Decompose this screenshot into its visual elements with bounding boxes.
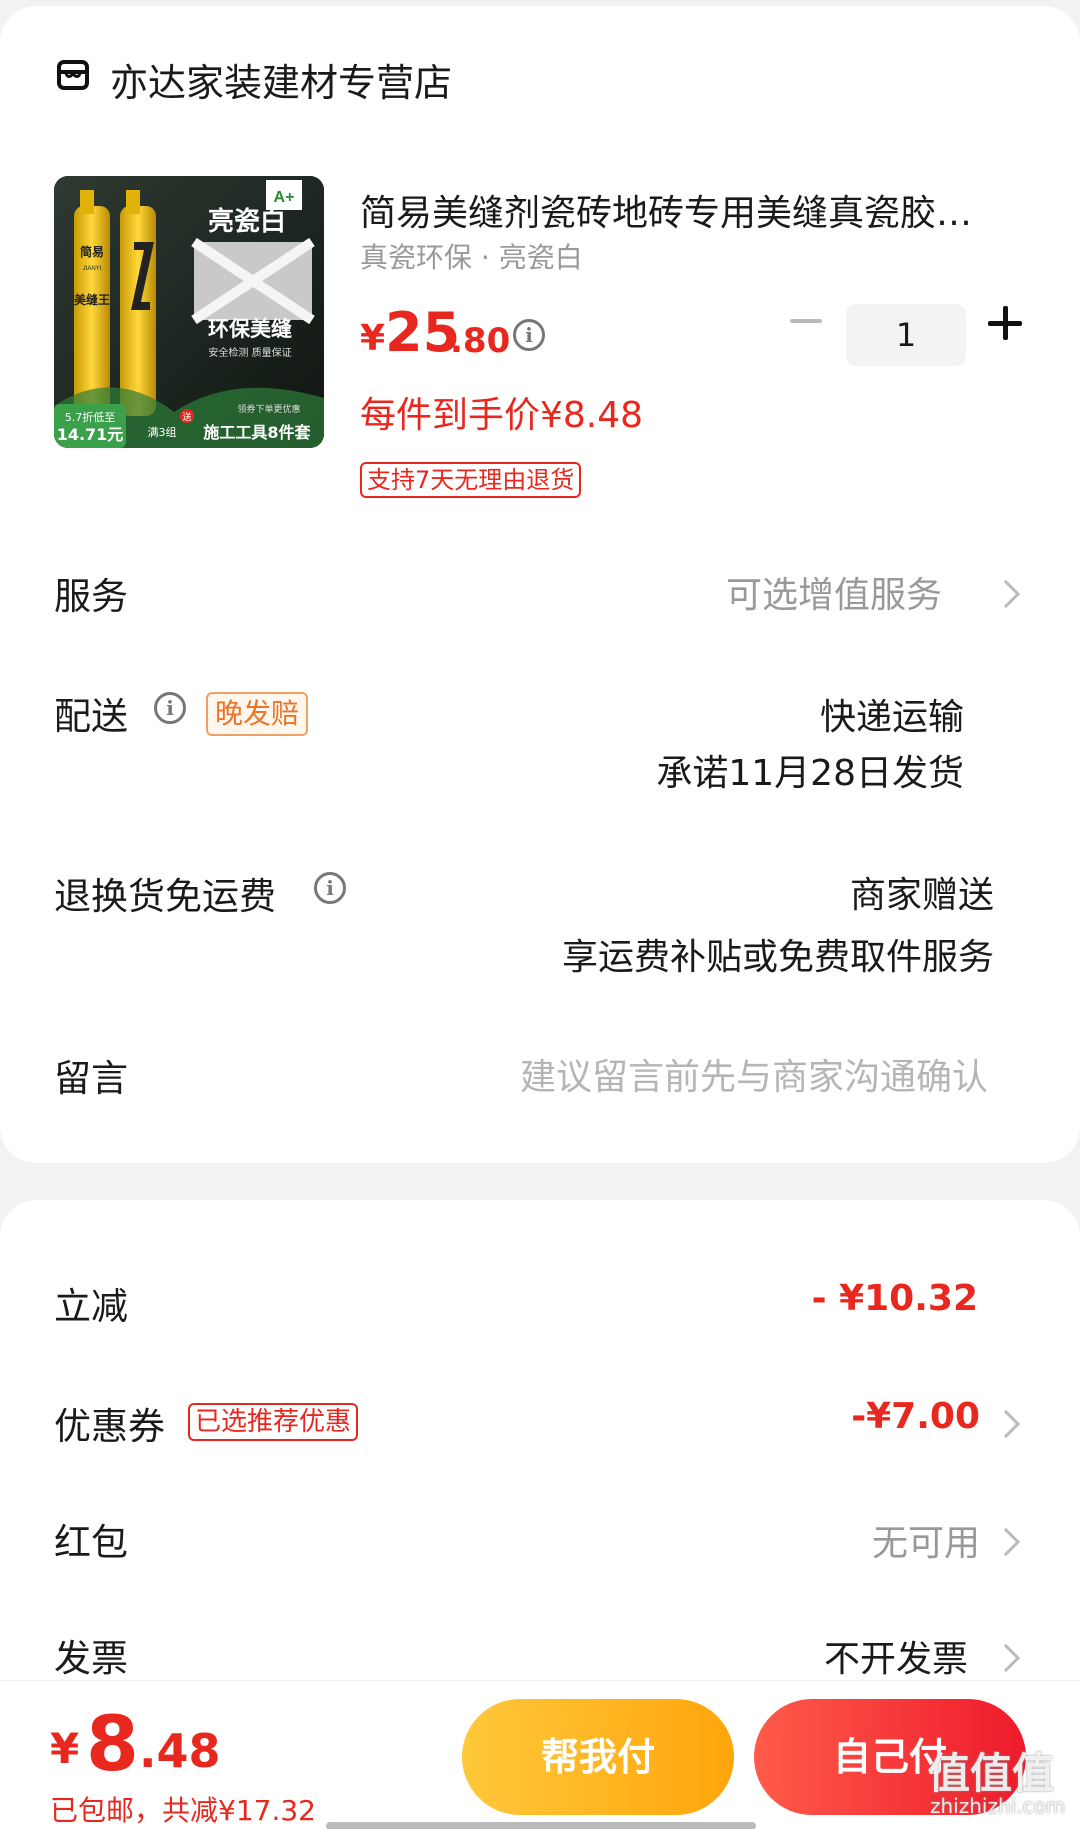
red-packet-label: 红包 [54,1521,128,1564]
home-indicator[interactable] [326,1822,756,1829]
coupon-value[interactable]: -¥7.00 [851,1396,980,1437]
invoice-chevron-icon[interactable] [991,1643,1021,1673]
message-label: 留言 [54,1057,128,1100]
image-headline: 环保美缝 [208,317,292,341]
coupon-chevron-icon[interactable] [991,1409,1021,1439]
total-summary: 已包邮，共减¥17.32 [50,1794,316,1827]
total-integer: 8 [86,1699,139,1788]
late-compensation-badge: 晚发赔 [206,692,309,736]
return-shipping-label: 退换货免运费 [54,875,276,918]
watermark-logo: 值值值 [928,1749,1055,1798]
instant-discount-label: 立减 [54,1285,128,1328]
return-shipping-info-icon[interactable]: i [314,872,346,904]
delivery-method: 快递运输 [819,697,964,738]
quantity-increase-button[interactable] [988,306,1022,340]
unit-price: 每件到手价¥8.48 [360,395,644,436]
delivery-info-icon[interactable]: i [154,692,186,724]
quantity-decrease-button[interactable] [790,319,822,323]
image-badge: A+ [274,189,295,206]
image-bundle: 满3组 [148,425,177,439]
service-chevron-icon[interactable] [991,579,1021,609]
return-shipping-detail: 享运费补贴或免费取件服务 [561,937,994,978]
product-spec[interactable]: 真瓷环保 · 亮瓷白 [360,236,583,276]
image-brand: 简易 [80,244,104,259]
service-value[interactable]: 可选增值服务 [726,566,942,618]
product-title[interactable]: 简易美缝剂瓷砖地砖专用美缝真瓷胶… [360,184,1020,236]
image-gift: 施工工具8件套 [203,423,311,442]
return-policy-badge: 支持7天无理由退货 [360,462,582,498]
store-icon [57,60,89,90]
delivery-promise: 承诺11月28日发货 [656,753,964,794]
quantity-input[interactable]: 1 [846,304,966,366]
image-color-name: 亮瓷白 [208,206,286,237]
product-image[interactable]: A+ 亮瓷白 简易 JIANYI 美缝王 环保美缝 安全检测 质量保证 领券下单… [54,176,324,448]
price-integer: 25 [385,301,461,364]
image-product-name: 美缝王 [74,292,110,307]
store-name[interactable]: 亦达家装建材专营店 [110,52,452,107]
price-decimal: .80 [450,321,511,361]
service-label: 服务 [54,575,128,618]
total-decimal: .48 [139,1724,221,1778]
red-packet-chevron-icon[interactable] [991,1527,1021,1557]
image-discount: 5.7折低至 [65,410,116,424]
watermark-url: zhizhizhi.com [930,1794,1066,1818]
product-image-graphic: A+ 亮瓷白 简易 JIANYI 美缝王 环保美缝 安全检测 质量保证 领券下单… [54,176,324,448]
total-currency: ¥ [50,1724,80,1773]
discount-card: 立减 - ¥10.32 优惠券 -¥7.00 红包 无可用 发票 不开发票 [0,1200,1080,1720]
instant-discount-value: - ¥10.32 [811,1278,978,1319]
image-brand-en: JIANYI [83,266,102,272]
return-shipping-value: 商家赠送 [849,875,994,916]
red-packet-value[interactable]: 无可用 [872,1514,980,1566]
coupon-recommended-badge: 已选推荐优惠 [188,1403,359,1441]
image-gift-tag: 送 [182,411,191,423]
help-pay-button[interactable]: 帮我付 [462,1699,734,1815]
image-discount-price: 14.71元 [57,425,124,444]
invoice-value[interactable]: 不开发票 [824,1630,968,1682]
delivery-label: 配送 [54,695,128,738]
image-promo: 领券下单更优惠 [237,403,300,415]
price-currency: ¥ [360,318,386,359]
image-subline: 安全检测 质量保证 [208,346,291,359]
coupon-label: 优惠券 [54,1405,165,1448]
order-card: 亦达家装建材专营店 A+ 亮瓷白 简易 JIANYI 美缝王 环保美缝 安全检测… [0,6,1080,1163]
message-input[interactable]: 建议留言前先与商家沟通确认 [520,1048,988,1100]
checkout-bar: ¥ 8 .48 已包邮，共减¥17.32 帮我付 自己付 [0,1680,1080,1829]
invoice-label: 发票 [54,1637,128,1680]
price-info-icon[interactable]: i [513,319,545,351]
